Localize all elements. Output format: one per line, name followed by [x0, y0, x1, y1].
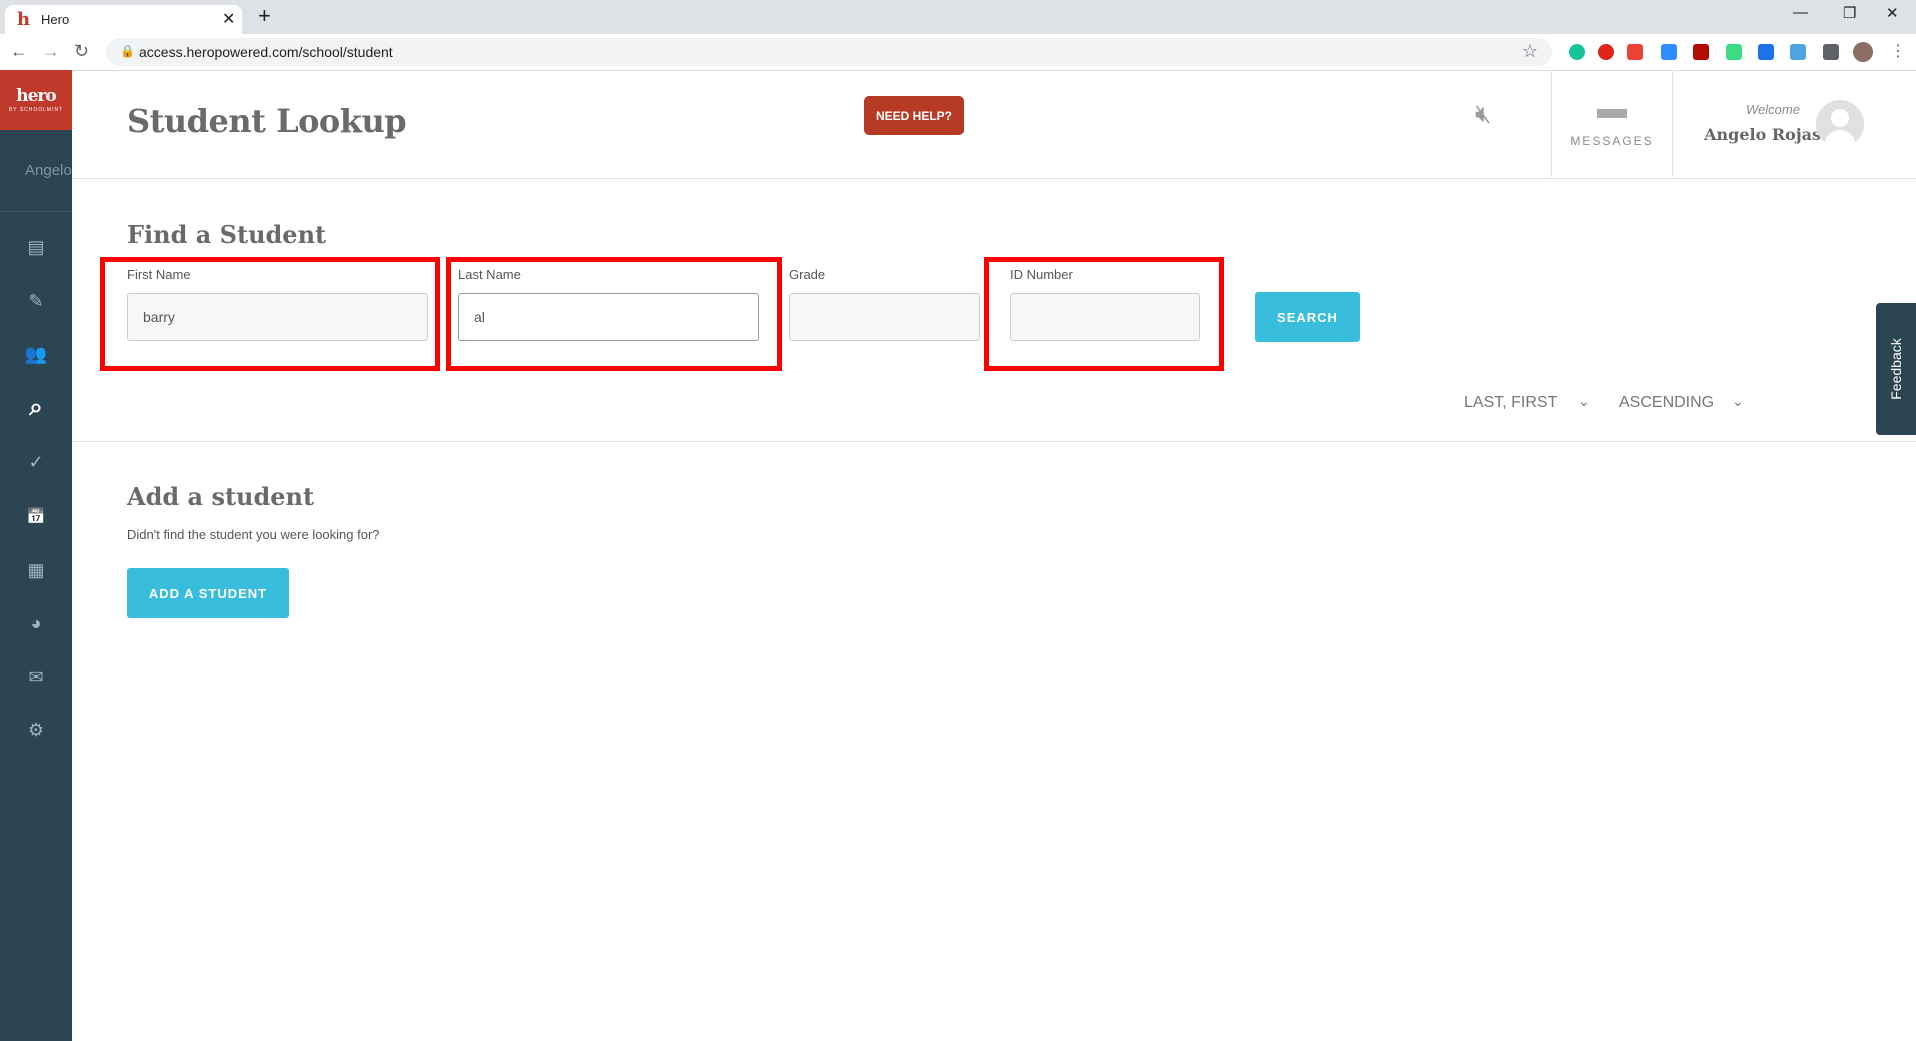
sidebar-item-student-lookup[interactable]: ⌕: [0, 388, 72, 428]
grade-input[interactable]: [789, 293, 980, 341]
search-button[interactable]: SEARCH: [1255, 292, 1360, 342]
sort-order-chevron-down-icon[interactable]: ⌄: [1732, 393, 1744, 410]
sidebar-item-dashboard[interactable]: ▤: [0, 227, 72, 267]
add-student-button[interactable]: ADD A STUDENT: [127, 568, 289, 618]
hero-logo[interactable]: hero BY SCHOOLMINT: [0, 70, 72, 130]
need-help-button[interactable]: NEED HELP?: [864, 96, 964, 135]
sidebar-item-behavior[interactable]: ✎: [0, 281, 72, 321]
extension-badge-icon[interactable]: [1627, 44, 1643, 60]
search-icon: ⌕: [29, 394, 43, 421]
avatar-body-shape: [1824, 130, 1856, 148]
zoom-extension-icon[interactable]: [1661, 44, 1677, 60]
sort-by-select[interactable]: LAST, FIRST: [1464, 394, 1557, 412]
feedback-tab[interactable]: Feedback: [1876, 303, 1916, 435]
tab-close-icon[interactable]: ✕: [222, 9, 235, 29]
puzzle-extensions-icon[interactable]: [1823, 44, 1839, 60]
forward-icon[interactable]: →: [42, 41, 60, 62]
sidebar-item-calendar[interactable]: 📅: [0, 496, 72, 536]
sidebar: hero BY SCHOOLMINT Angelo ▤ ✎ 👥 ⌕ ✓ 📅 ▦ …: [0, 70, 72, 1041]
avatar-head-shape: [1831, 109, 1849, 127]
screen-extension-icon[interactable]: [1790, 44, 1806, 60]
last-name-label: Last Name: [458, 267, 521, 282]
pie-chart-icon: ◕: [30, 612, 42, 633]
browser-toolbar: ← → ↻ 🔒 access.heropowered.com/school/st…: [0, 34, 1916, 71]
document-icon: ▦: [27, 559, 45, 580]
opera-extension-icon[interactable]: [1598, 44, 1614, 60]
hero-favicon-icon: h: [17, 9, 31, 30]
mute-speaker-icon[interactable]: 🔇︎: [1475, 98, 1491, 130]
grade-label: Grade: [789, 267, 826, 282]
calendar-icon: 📅: [26, 508, 46, 525]
first-name-label: First Name: [127, 267, 191, 282]
id-number-input[interactable]: [1010, 293, 1200, 341]
sort-order-select[interactable]: ASCENDING: [1619, 394, 1714, 412]
id-number-label: ID Number: [1010, 267, 1073, 282]
last-name-input[interactable]: [458, 293, 759, 341]
back-icon[interactable]: ←: [10, 41, 28, 62]
speech-bubble-icon: ▬: [1597, 92, 1627, 125]
sort-by-chevron-down-icon[interactable]: ⌄: [1578, 393, 1590, 410]
pdf-extension-icon[interactable]: [1693, 44, 1709, 60]
add-student-heading: Add a student: [127, 482, 315, 511]
header-user-name[interactable]: Angelo Rojas: [1701, 125, 1821, 144]
find-student-heading: Find a Student: [127, 220, 327, 249]
add-student-subtitle: Didn't find the student you were looking…: [127, 527, 380, 542]
sidebar-item-messages[interactable]: ✉: [0, 657, 72, 697]
pencil-icon: ✎: [28, 290, 44, 311]
first-name-input[interactable]: [127, 293, 428, 341]
menu-kebab-icon[interactable]: ⋮: [1890, 41, 1906, 61]
sidebar-item-settings[interactable]: ⚙: [0, 710, 72, 750]
messages-label: MESSAGES: [1570, 134, 1654, 148]
section-divider: [72, 441, 1916, 442]
messages-button[interactable]: ▬ MESSAGES: [1551, 70, 1673, 177]
sidebar-item-check[interactable]: ✓: [0, 442, 72, 482]
profile-avatar[interactable]: [1853, 42, 1873, 62]
browser-tabbar: h Hero ✕ + — ❐ ✕: [0, 0, 1916, 34]
lock-icon[interactable]: 🔒: [120, 44, 135, 58]
sidebar-item-students[interactable]: 👥: [0, 334, 72, 374]
sidebar-item-reports[interactable]: ▦: [0, 550, 72, 590]
page-title: Student Lookup: [127, 102, 407, 140]
reload-icon[interactable]: ↻: [74, 41, 89, 62]
sidebar-divider: [0, 211, 72, 212]
url-text: access.heropowered.com/school/student: [139, 44, 393, 60]
students-icon: 👥: [24, 343, 48, 364]
browser-tab[interactable]: h Hero ✕: [5, 5, 242, 34]
mail-icon: ✉: [28, 666, 44, 687]
feedback-label: Feedback: [1888, 338, 1904, 400]
gear-icon: ⚙: [27, 719, 45, 740]
tab-title: Hero: [41, 12, 70, 27]
new-tab-button[interactable]: +: [258, 3, 271, 29]
minimize-icon[interactable]: —: [1793, 4, 1808, 21]
user-avatar[interactable]: [1816, 100, 1864, 148]
sidebar-item-analytics[interactable]: ◕: [0, 603, 72, 643]
bookmark-star-icon[interactable]: ☆: [1522, 41, 1538, 62]
dashboard-icon: ▤: [27, 236, 45, 257]
chat-extension-icon[interactable]: [1758, 44, 1774, 60]
welcome-text: Welcome: [1746, 102, 1800, 117]
address-bar[interactable]: 🔒 access.heropowered.com/school/student …: [106, 38, 1552, 66]
check-icon: ✓: [28, 451, 44, 472]
restore-icon[interactable]: ❐: [1843, 4, 1856, 22]
window-close-icon[interactable]: ✕: [1886, 4, 1899, 22]
android-extension-icon[interactable]: [1726, 44, 1742, 60]
grammarly-extension-icon[interactable]: [1569, 44, 1585, 60]
page-header: Student Lookup NEED HELP? 🔇︎ ▬ MESSAGES …: [72, 70, 1916, 179]
sidebar-user-name: Angelo: [25, 162, 72, 179]
